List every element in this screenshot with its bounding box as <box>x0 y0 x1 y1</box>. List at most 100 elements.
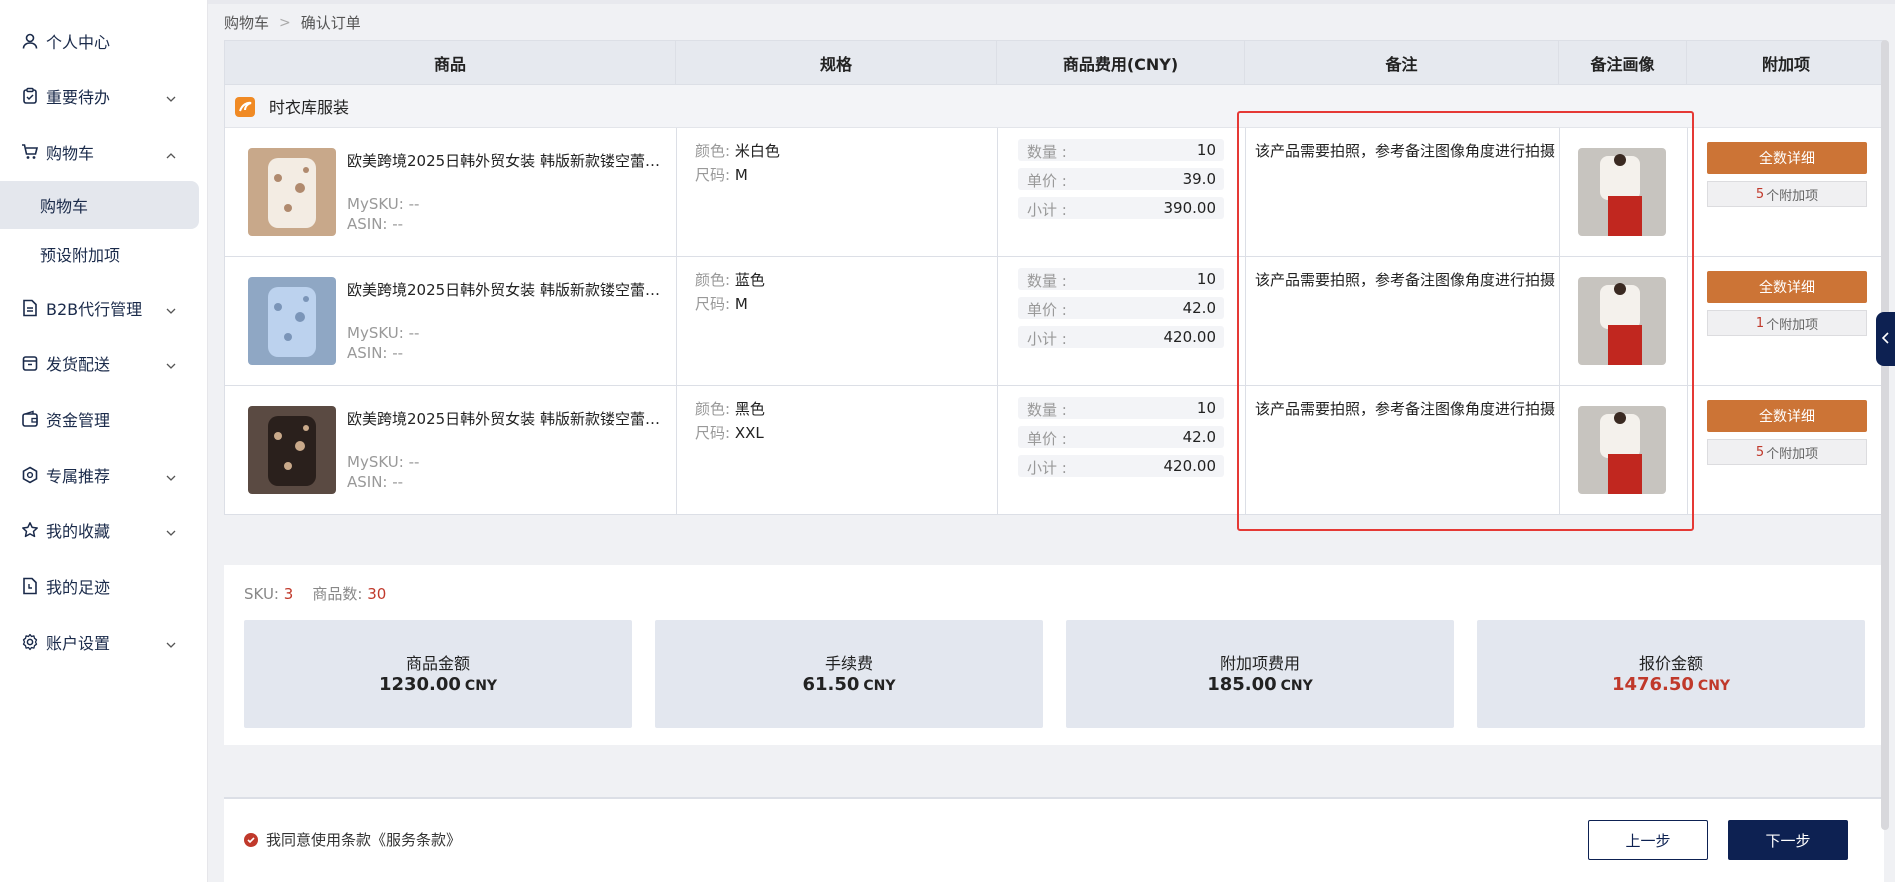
qty-value: 10 <box>1196 141 1216 159</box>
price-box: 单价 : 42.0 <box>1018 426 1224 448</box>
spec-size-label: 尺码: <box>695 295 731 313</box>
spec-color: 颜色: 米白色 <box>695 140 780 161</box>
addons-button[interactable]: 5 个附加项 <box>1707 181 1867 207</box>
goods-amount-box: 商品金额 1230.00 CNY <box>244 620 632 728</box>
spec-size-label: 尺码: <box>695 424 731 442</box>
subtotal-label: 小计 : <box>1027 201 1067 219</box>
chevron-down-icon <box>166 468 176 481</box>
asin-text: ASIN: -- <box>347 215 404 233</box>
column-header: 商品费用(CNY) <box>997 41 1245 85</box>
sidebar-item-history[interactable]: 我的足迹 <box>0 561 208 611</box>
breadcrumb-link-cart[interactable]: 购物车 <box>224 12 269 33</box>
product-title[interactable]: 欧美跨境2025日韩外贸女装 韩版新款镂空蕾丝上衣 <box>347 150 667 171</box>
price-label: 单价 : <box>1027 301 1067 319</box>
product-thumbnail[interactable] <box>248 277 336 365</box>
sidebar-item-label: B2B代行管理 <box>46 300 143 319</box>
product-thumbnail[interactable] <box>248 148 336 236</box>
chevron-down-icon <box>166 89 176 102</box>
sidebar-item-label: 发货配送 <box>46 355 111 374</box>
spec-color-value: 黑色 <box>734 400 765 418</box>
column-header: 附加项 <box>1761 55 1810 74</box>
sidebar-item-label: 我的足迹 <box>46 578 111 597</box>
addons-button[interactable]: 1 个附加项 <box>1707 310 1867 336</box>
addon-count: 1 <box>1755 315 1765 331</box>
mysku-text: MySKU: -- <box>347 324 420 342</box>
next-step-button[interactable]: 下一步 <box>1728 820 1848 860</box>
product-title[interactable]: 欧美跨境2025日韩外贸女装 韩版新款镂空蕾丝上衣 <box>347 279 667 300</box>
product-title[interactable]: 欧美跨境2025日韩外贸女装 韩版新款镂空蕾丝上衣 <box>347 408 667 429</box>
note-text: 该产品需要拍照，参考备注图像角度进行拍摄 <box>1255 271 1556 289</box>
product-thumbnail[interactable] <box>248 406 336 494</box>
page: 个人中心 重要待办 购物车 购物车 预设附加项 B2B代行管理 发货配送 资金管… <box>0 0 1895 882</box>
sidebar-item-cart[interactable]: 购物车 <box>0 127 208 177</box>
cart-table: 商品 规格 商品费用(CNY) 备注 备注画像 附加项 时衣库服装 欧美跨境20… <box>224 40 1884 515</box>
sidebar-item-funds[interactable]: 资金管理 <box>0 394 208 444</box>
price-value: 42.0 <box>1182 428 1216 446</box>
column-divider <box>1559 128 1560 257</box>
subtotal-value: 420.00 <box>1163 328 1217 346</box>
subtotal-value: 420.00 <box>1163 457 1217 475</box>
sidebar-item-shipping[interactable]: 发货配送 <box>0 338 208 388</box>
summary-counts: SKU: 3 商品数: 30 <box>244 583 386 604</box>
chevron-up-icon <box>166 146 176 159</box>
sidebar-subitem-preset-addons[interactable]: 预设附加项 <box>0 230 208 278</box>
vertical-scrollbar[interactable] <box>1881 40 1889 830</box>
full-details-button[interactable]: 全数详细 <box>1707 271 1867 303</box>
sidebar-item-b2b[interactable]: B2B代行管理 <box>0 283 208 333</box>
qty-label: 数量 : <box>1027 272 1067 290</box>
column-divider <box>1687 128 1688 257</box>
sidebar-subitem-cart[interactable]: 购物车 <box>0 181 199 229</box>
sidebar-item-label: 重要待办 <box>46 88 111 107</box>
column-divider <box>1687 257 1688 386</box>
sidebar-item-todo[interactable]: 重要待办 <box>0 71 208 121</box>
spec-color: 颜色: 黑色 <box>695 398 765 419</box>
sum-amount: 1230.00 CNY <box>244 674 632 695</box>
subtotal-label: 小计 : <box>1027 459 1067 477</box>
table-header: 商品 规格 商品费用(CNY) 备注 备注画像 附加项 <box>225 41 1883 85</box>
subtotal-box: 小计 : 390.00 <box>1018 197 1224 219</box>
fee-amount-box: 手续费 61.50 CNY <box>655 620 1043 728</box>
spec-color-value: 蓝色 <box>734 271 765 289</box>
note-image[interactable] <box>1578 277 1666 365</box>
qty-box: 数量 : 10 <box>1018 139 1224 161</box>
table-row: 欧美跨境2025日韩外贸女装 韩版新款镂空蕾丝上衣 MySKU: -- ASIN… <box>225 386 1883 515</box>
sidebar-item-label: 专属推荐 <box>46 467 111 486</box>
history-icon <box>20 576 40 596</box>
note-image[interactable] <box>1578 148 1666 236</box>
previous-step-button[interactable]: 上一步 <box>1588 820 1708 860</box>
sum-unit: CNY <box>1697 678 1731 694</box>
price-value: 42.0 <box>1182 299 1216 317</box>
sidebar-item-profile[interactable]: 个人中心 <box>0 16 208 66</box>
qty-label: 商品数: <box>312 585 363 603</box>
note-image[interactable] <box>1578 406 1666 494</box>
spec-size: 尺码: M <box>695 293 748 314</box>
badge-icon <box>20 465 40 485</box>
spec-size-value: M <box>734 295 748 313</box>
terms-agreement[interactable]: 我同意使用条款《服务条款》 <box>244 829 461 850</box>
column-divider <box>997 257 998 386</box>
qty-label: 数量 : <box>1027 143 1067 161</box>
column-divider <box>1245 128 1246 257</box>
clipboard-icon <box>20 86 40 106</box>
side-panel-toggle[interactable] <box>1876 312 1895 366</box>
column-divider <box>1559 257 1560 386</box>
spec-color-label: 颜色: <box>695 271 731 289</box>
full-details-button[interactable]: 全数详细 <box>1707 142 1867 174</box>
terms-text[interactable]: 我同意使用条款《服务条款》 <box>266 829 461 850</box>
note-text: 该产品需要拍照，参考备注图像角度进行拍摄 <box>1255 142 1556 160</box>
sidebar-item-account[interactable]: 账户设置 <box>0 617 208 667</box>
price-label: 单价 : <box>1027 172 1067 190</box>
sidebar-item-favorites[interactable]: 我的收藏 <box>0 505 208 555</box>
star-icon <box>20 520 40 540</box>
addons-button[interactable]: 5 个附加项 <box>1707 439 1867 465</box>
sum-title: 报价金额 <box>1638 654 1703 673</box>
full-details-button[interactable]: 全数详细 <box>1707 400 1867 432</box>
user-icon <box>20 31 40 51</box>
quote-amount-box: 报价金额 1476.50 CNY <box>1477 620 1865 728</box>
sidebar-item-recommend[interactable]: 专属推荐 <box>0 450 208 500</box>
qty-box: 数量 : 10 <box>1018 268 1224 290</box>
asin-text: ASIN: -- <box>347 344 404 362</box>
breadcrumb-current: 确认订单 <box>300 14 361 32</box>
checkmark-icon[interactable] <box>244 832 258 847</box>
sum-value: 61.50 <box>802 674 860 695</box>
